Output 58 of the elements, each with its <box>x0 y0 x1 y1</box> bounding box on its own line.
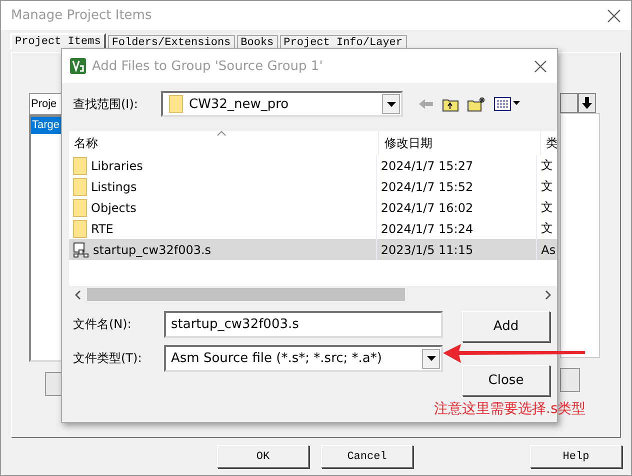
view-menu-icon[interactable] <box>494 97 521 111</box>
new-folder-icon[interactable] <box>467 96 486 112</box>
move-down-button[interactable] <box>578 93 596 113</box>
modified-date: 2024/1/7 15:52 <box>380 180 474 194</box>
modified-date: 2024/1/7 16:02 <box>380 200 474 214</box>
look-in-label: 查找范围(I): <box>73 96 139 112</box>
ok-button[interactable]: OK <box>217 445 309 468</box>
file-name: RTE <box>91 222 114 236</box>
look-in-dropdown[interactable]: CW32_new_pro <box>161 91 403 117</box>
caret-icon <box>386 102 396 106</box>
column-header[interactable]: 名称 <box>69 131 380 155</box>
window-title: Manage Project Items <box>11 8 153 23</box>
file-icon <box>73 242 89 258</box>
tab[interactable]: Project Items <box>10 33 106 49</box>
file-type-dropdown[interactable]: Asm Source file (*.s*; *.src; *.a*) <box>164 345 443 372</box>
folder-icon <box>73 198 87 216</box>
file-row[interactable]: Libraries 2024/1/7 15:27 文 <box>69 155 557 176</box>
annotation-text: 注意这里需要选择.s类型 <box>434 401 586 417</box>
file-row[interactable]: startup_cw32f003.s 2023/1/5 11:15 As <box>69 239 557 260</box>
cancel-button[interactable]: Cancel <box>321 445 413 468</box>
folder-icon <box>169 95 183 113</box>
close-button[interactable]: Close <box>462 365 550 396</box>
column-header[interactable]: 修改日期 <box>379 131 542 155</box>
down-arrow-icon <box>581 96 593 110</box>
scroll-left-icon[interactable] <box>75 290 81 300</box>
close-icon[interactable] <box>607 8 621 22</box>
file-type: 文 <box>541 220 554 237</box>
panel-button[interactable] <box>560 368 580 392</box>
folder-icon <box>73 178 87 196</box>
sort-caret-icon <box>217 131 226 136</box>
app-icon <box>70 58 86 74</box>
file-name: startup_cw32f003.s <box>93 242 212 256</box>
file-type-label: 文件类型(T): <box>73 350 143 367</box>
folder-icon <box>73 220 87 238</box>
file-type: 文 <box>541 178 554 195</box>
close-icon[interactable] <box>534 60 547 72</box>
file-row[interactable]: Listings 2024/1/7 15:52 文 <box>69 176 557 197</box>
scroll-right-icon[interactable] <box>545 290 551 300</box>
modified-date: 2024/1/7 15:27 <box>380 158 474 172</box>
help-button[interactable]: Help <box>530 445 622 468</box>
file-name-field[interactable]: startup_cw32f003.s <box>164 311 443 338</box>
modified-date: 2023/1/5 11:15 <box>380 242 474 256</box>
caret-icon <box>426 356 436 361</box>
file-type: 文 <box>541 199 554 216</box>
toolbar-button[interactable] <box>560 93 578 113</box>
folder-icon <box>73 156 87 174</box>
file-name-label: 文件名(N): <box>73 316 132 333</box>
add-button[interactable]: Add <box>462 311 550 342</box>
file-name: Libraries <box>91 158 143 172</box>
file-type: 文 <box>541 157 554 174</box>
folder-up-icon[interactable] <box>442 96 459 112</box>
modified-date: 2024/1/7 15:24 <box>380 222 474 236</box>
file-row[interactable]: Objects 2024/1/7 16:02 文 <box>69 197 557 218</box>
dialog-title: Add Files to Group 'Source Group 1' <box>92 58 323 74</box>
file-name: Listings <box>91 180 137 194</box>
file-name: Objects <box>91 200 136 214</box>
scroll-thumb[interactable] <box>87 288 405 301</box>
file-type: As <box>541 242 556 256</box>
